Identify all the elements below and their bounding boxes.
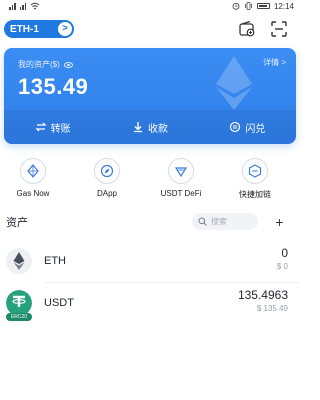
feature-usdt-defi[interactable]: USDT DeFi: [148, 158, 214, 198]
add-asset-button[interactable]: +: [271, 213, 288, 230]
search-icon: [198, 217, 207, 226]
compass-icon: [94, 158, 120, 184]
eth-icon: [6, 248, 32, 274]
status-bar: 12:14: [0, 0, 300, 12]
asset-row-usdt[interactable]: ERC20 USDT 135.4963 $ 135.49: [0, 286, 300, 326]
receive-label: 收款: [147, 123, 168, 135]
feature-label: 快捷加链: [239, 190, 271, 199]
asset-symbol: USDT: [44, 297, 74, 309]
asset-amount: 135.4963: [237, 288, 288, 302]
erc20-badge: ERC20: [6, 313, 32, 321]
wallet-selector-button[interactable]: ETH-1 >: [4, 20, 74, 38]
feature-label: Gas Now: [16, 189, 50, 198]
asset-actions: 转账 收款 闪兑: [4, 110, 296, 144]
asset-amount: 0: [281, 246, 288, 260]
plus-icon: +: [275, 213, 284, 230]
defi-icon: [168, 158, 194, 184]
wallet-name: ETH-1: [10, 23, 39, 35]
eth-watermark-icon: [216, 56, 252, 110]
swap-button[interactable]: 闪兑: [199, 110, 296, 144]
transfer-icon: [35, 122, 47, 132]
asset-row-eth[interactable]: ETH 0 $ 0: [0, 244, 300, 284]
feature-label: DApp: [96, 189, 117, 198]
search-placeholder: 搜索: [211, 217, 227, 226]
swap-icon: [230, 121, 241, 133]
feature-add-chain[interactable]: 快捷加链: [222, 158, 288, 200]
feature-dapp[interactable]: DApp: [74, 158, 140, 198]
transfer-button[interactable]: 转账: [4, 110, 101, 144]
battery-icon: [256, 3, 270, 9]
asset-search-input[interactable]: 搜索: [192, 213, 258, 230]
status-time: 12:14: [273, 1, 294, 11]
signal-icon: [19, 2, 26, 10]
gas-icon: [20, 158, 46, 184]
transfer-label: 转账: [50, 123, 71, 135]
asset-fiat-value: $ 0: [276, 262, 288, 271]
total-asset-value: 135.49: [18, 74, 89, 99]
divider: [44, 282, 300, 283]
asset-label-text: 我的资产($): [18, 60, 60, 69]
add-chain-icon: [242, 158, 268, 184]
alarm-icon: [232, 2, 240, 10]
wallet-switch-icon[interactable]: [238, 20, 256, 38]
receive-icon: [133, 122, 142, 133]
signal-icon: [9, 2, 16, 10]
asset-card[interactable]: 我的资产($) 135.49 详情 > 转账 收款 闪兑: [4, 48, 296, 144]
chevron-right-icon: >: [58, 22, 72, 36]
detail-link[interactable]: 详情 >: [263, 57, 286, 68]
status-icons-right: 12:14: [232, 2, 294, 11]
feature-gas-now[interactable]: Gas Now: [0, 158, 66, 198]
asset-symbol: ETH: [44, 255, 66, 267]
vibrate-icon: [245, 2, 252, 10]
asset-fiat-value: $ 135.49: [256, 304, 288, 313]
eye-icon[interactable]: [63, 61, 73, 68]
scan-icon[interactable]: [270, 20, 288, 38]
receive-button[interactable]: 收款: [101, 110, 198, 144]
swap-label: 闪兑: [245, 123, 266, 135]
wifi-icon: [30, 2, 40, 10]
asset-label: 我的资产($): [18, 59, 73, 70]
quick-features: Gas Now DApp USDT DeFi 快捷加链: [0, 158, 300, 206]
assets-title: 资产: [6, 217, 28, 229]
status-icons-left: [9, 2, 40, 10]
feature-label: USDT DeFi: [160, 189, 202, 198]
